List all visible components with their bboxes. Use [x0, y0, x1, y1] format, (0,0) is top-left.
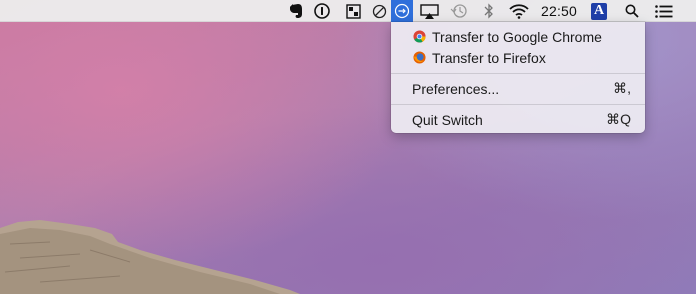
input-source-menu[interactable]: A [589, 0, 609, 22]
evernote-icon[interactable] [286, 0, 306, 22]
switch-icon [394, 3, 410, 19]
menu-item-quit[interactable]: Quit Switch ⌘Q [391, 109, 645, 130]
clock-text: 22:50 [540, 3, 578, 19]
menu-item-label: Transfer to Firefox [432, 49, 546, 66]
menu-separator [391, 73, 645, 74]
switch-status-item[interactable] [391, 0, 413, 22]
menubar-clock[interactable]: 22:50 [538, 0, 580, 22]
menu-item-shortcut: ⌘Q [606, 111, 631, 127]
firefox-icon [413, 51, 426, 64]
1password-icon[interactable] [312, 0, 332, 22]
menu-item-transfer-firefox[interactable]: Transfer to Firefox [391, 47, 645, 68]
chrome-icon [413, 30, 426, 43]
switch-dropdown-menu: Transfer to Google Chrome Transfer to Fi… [391, 22, 645, 133]
dashlane-icon[interactable] [343, 0, 363, 22]
menu-item-label: Preferences... [412, 80, 500, 97]
menu-item-label: Transfer to Google Chrome [432, 28, 602, 45]
do-not-disturb-icon[interactable] [369, 0, 389, 22]
time-machine-icon[interactable] [448, 0, 470, 22]
rock-formation [0, 220, 300, 294]
input-source-badge: A [591, 2, 607, 20]
menu-item-preferences[interactable]: Preferences... ⌘, [391, 78, 645, 99]
menu-bar: 22:50 A [0, 0, 696, 22]
menu-separator [391, 104, 645, 105]
bluetooth-icon[interactable] [479, 0, 499, 22]
spotlight-search-icon[interactable] [622, 0, 642, 22]
menu-item-label: Quit Switch [412, 111, 483, 128]
menu-item-shortcut: ⌘, [613, 80, 631, 96]
wifi-icon[interactable] [507, 0, 531, 22]
notification-center-icon[interactable] [652, 0, 676, 22]
desktop-wallpaper: 22:50 A Transfer to Google Chrome Transf… [0, 0, 696, 294]
airplay-icon[interactable] [418, 0, 440, 22]
menu-item-transfer-chrome[interactable]: Transfer to Google Chrome [391, 26, 645, 47]
